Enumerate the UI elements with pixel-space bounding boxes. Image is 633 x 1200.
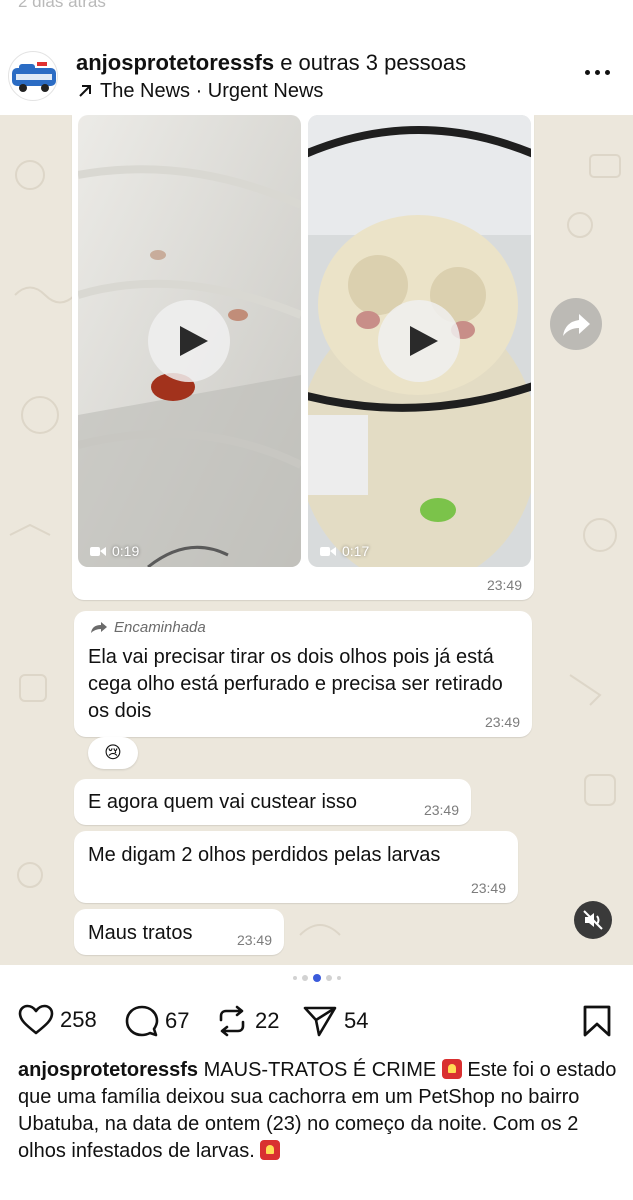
repost-count: 22 [255,1008,280,1033]
duration-text: 0:19 [112,543,140,559]
message-text: Maus tratos [88,922,193,944]
message-time: 23:49 [470,880,506,896]
video-thumbnail-2[interactable]: 0:17 [308,115,531,567]
send-icon [303,1006,337,1037]
message-time: 23:49 [236,932,272,948]
logo-icon [12,62,56,92]
police-light-emoji [260,1140,281,1160]
message-bubble: Maus tratos 23:49 [74,909,284,955]
carousel-indicator [0,974,633,982]
like-count: 258 [60,1007,97,1032]
play-button[interactable] [148,300,230,382]
more-horizontal-icon [585,69,590,75]
carousel-dot [336,976,341,980]
play-button[interactable] [378,300,460,382]
video-duration: 0:19 [90,543,139,559]
repost-icon [219,1005,245,1037]
repost-button[interactable]: 22 [215,1004,279,1038]
arrow-up-right-icon [79,85,91,97]
message-text: E agora quem vai custear isso [88,791,358,813]
carousel-dot [325,975,332,981]
action-bar: 258 67 22 54 [0,1000,633,1042]
post-timestamp: 2 dias atrás [18,0,106,11]
heart-icon [18,1004,54,1035]
message-time: 23:49 [484,714,520,730]
message-bubble: E agora quem vai custear isso 23:49 [74,779,471,825]
more-button[interactable] [585,62,613,82]
video-thumbnail-1[interactable]: 0:19 [78,115,301,567]
bookmark-icon [583,1005,611,1037]
message-bubble: Me digam 2 olhos perdidos pelas larvas 2… [74,831,518,903]
forwarded-message-bubble: Encaminhada Ela vai precisar tirar os do… [74,611,532,737]
share-button[interactable]: 54 [302,1004,368,1038]
caption-text: MAUS-TRATOS É CRIME [203,1059,437,1081]
comment-count: 67 [165,1008,190,1033]
like-button[interactable]: 258 [18,1004,97,1036]
forwarded-label-text: Encaminhada [114,619,206,636]
forwarded-message-text: Ela vai precisar tirar os dois olhos poi… [88,646,503,722]
forward-icon [91,622,107,633]
comment-button[interactable]: 67 [125,1004,189,1038]
video-message-bubble: 0:19 0:17 23:49 [72,115,534,600]
avatar[interactable] [8,51,58,101]
account-name[interactable]: anjosprotetoressfs [76,50,274,75]
caption-username[interactable]: anjosprotetoressfs [18,1059,198,1081]
post-media[interactable]: 0:19 0:17 23:49 Encaminhada Ela vai prec… [0,115,633,965]
message-time: 23:49 [486,577,522,593]
message-time: 23:49 [423,802,459,818]
more-dot [605,69,610,75]
duration-text: 0:17 [342,543,370,559]
forward-icon [563,314,590,336]
message-text: Me digam 2 olhos perdidos pelas larvas [88,844,441,866]
carousel-dot-active [312,974,321,982]
speaker-muted-icon [583,910,603,930]
police-light-emoji [441,1059,462,1079]
coauthors-text[interactable]: e outras 3 pessoas [280,50,466,75]
post-caption: anjosprotetoressfs MAUS-TRATOS É CRIME E… [18,1057,618,1165]
carousel-dot [301,975,308,981]
forwarded-label: Encaminhada [90,619,206,636]
bookmark-button[interactable] [582,1004,612,1043]
comment-icon [125,1005,159,1037]
video-duration: 0:17 [320,543,369,559]
carousel-dot [292,976,297,980]
audio-label: The News · Urgent News [100,80,324,102]
more-dot [595,69,600,75]
video-camera-icon [90,546,106,556]
mute-button[interactable] [574,901,612,939]
video-camera-icon [320,546,336,556]
share-count: 54 [344,1008,369,1033]
forward-button[interactable] [550,298,602,350]
audio-link[interactable]: The News · Urgent News [76,78,466,104]
reaction-badge[interactable]: 😢 [88,737,138,769]
post-header: anjosprotetoressfs e outras 3 pessoas Th… [0,38,633,108]
